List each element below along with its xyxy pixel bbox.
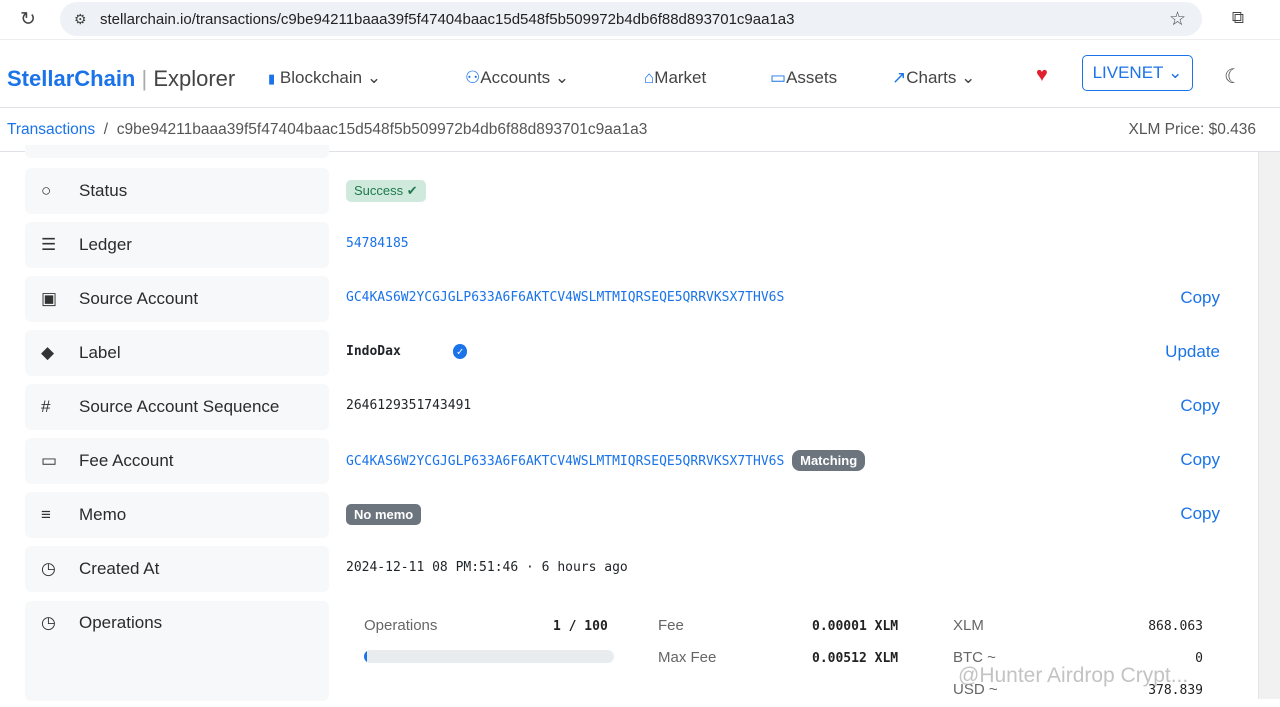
bank-icon: ⌂ bbox=[644, 68, 655, 87]
row-status: ○ Status Success ✔ bbox=[25, 168, 1255, 214]
chevron-down-icon: ⌄ bbox=[554, 68, 570, 87]
row-fee-account: ▭ Fee Account GC4KAS6W2YCGJGLP633A6F6AKTC… bbox=[25, 438, 1255, 484]
user-icon: ⚇ bbox=[465, 68, 481, 87]
update-button[interactable]: Update bbox=[1165, 342, 1220, 362]
row-label: ◆ Label IndoDax ✓ Update bbox=[25, 330, 1255, 376]
user-portrait-icon: ▣ bbox=[41, 289, 58, 308]
operations-progress bbox=[364, 650, 614, 663]
row-memo: ≡ Memo No memo Copy bbox=[25, 492, 1255, 538]
row-partial bbox=[25, 145, 329, 158]
browser-toolbar: ↻ ⚙ stellarchain.io/transactions/c9be9421… bbox=[0, 0, 1280, 40]
copy-button[interactable]: Copy bbox=[1180, 288, 1220, 308]
status-badge: Success ✔ bbox=[346, 180, 426, 202]
list-icon: ☰ bbox=[41, 235, 57, 254]
heart-icon[interactable]: ♥ bbox=[1036, 64, 1048, 87]
breadcrumb-current: c9be94211baaa39f5f47404baac15d548f5b5099… bbox=[116, 121, 648, 138]
cash-icon: ▭ bbox=[41, 451, 58, 470]
breadcrumb-transactions[interactable]: Transactions bbox=[7, 121, 95, 138]
memo-icon: ≡ bbox=[41, 505, 51, 524]
copy-button[interactable]: Copy bbox=[1180, 504, 1220, 524]
ledger-link[interactable]: 54784185 bbox=[346, 236, 409, 251]
circle-icon: ○ bbox=[41, 181, 52, 200]
nav-charts[interactable]: ↗Charts ⌄ bbox=[892, 68, 975, 88]
hash-icon: # bbox=[41, 397, 51, 416]
tag-icon: ◆ bbox=[41, 343, 55, 362]
nav-market[interactable]: ⌂Market bbox=[644, 68, 706, 88]
logo[interactable]: StellarChain | Explorer bbox=[7, 66, 235, 92]
clock-icon: ◷ bbox=[41, 613, 56, 632]
dark-mode-icon[interactable]: ☾ bbox=[1224, 64, 1242, 89]
extensions-icon[interactable]: ⧉ bbox=[1232, 8, 1244, 28]
chevron-down-icon: ⌄ bbox=[1168, 63, 1183, 82]
row-created-at: ◷ Created At 2024-12-11 08 PM:51:46 · 6 h… bbox=[25, 546, 1255, 592]
clock-icon: ◷ bbox=[41, 559, 56, 578]
line-chart-icon: ↗ bbox=[892, 68, 907, 87]
row-source-account: ▣ Source Account GC4KAS6W2YCGJGLP633A6F6A… bbox=[25, 276, 1255, 322]
reload-icon[interactable]: ↻ bbox=[20, 8, 36, 31]
memo-badge: No memo bbox=[346, 504, 422, 525]
chevron-down-icon: ⌄ bbox=[366, 68, 382, 87]
verified-icon: ✓ bbox=[452, 344, 468, 359]
row-ledger: ☰ Ledger 54784185 bbox=[25, 222, 1255, 268]
bookmark-star-icon[interactable]: ☆ bbox=[1169, 8, 1186, 31]
nav-accounts[interactable]: ⚇Accounts ⌄ bbox=[465, 68, 569, 88]
fee-account-link[interactable]: GC4KAS6W2YCGJGLP633A6F6AKTCV4WSLMTMIQRSE… bbox=[346, 454, 784, 469]
scrollbar[interactable] bbox=[1258, 152, 1280, 699]
site-settings-icon[interactable]: ⚙ bbox=[74, 11, 87, 28]
copy-button[interactable]: Copy bbox=[1180, 396, 1220, 416]
source-account-link[interactable]: GC4KAS6W2YCGJGLP633A6F6AKTCV4WSLMTMIQRSE… bbox=[346, 290, 784, 305]
top-nav: StellarChain | Explorer ▮ Blockchain ⌄ ⚇… bbox=[0, 44, 1280, 108]
nav-assets[interactable]: ▭Assets bbox=[770, 68, 837, 88]
bar-chart-icon: ▮ bbox=[268, 71, 276, 86]
matching-badge: Matching bbox=[792, 450, 866, 471]
chevron-down-icon: ⌄ bbox=[961, 68, 976, 87]
wallet-icon: ▭ bbox=[770, 68, 787, 87]
check-circle-icon: ✔ bbox=[406, 183, 418, 198]
xlm-price: XLM Price: $0.436 bbox=[1128, 121, 1256, 138]
row-sequence: # Source Account Sequence 264612935174349… bbox=[25, 384, 1255, 430]
nav-blockchain[interactable]: ▮ Blockchain ⌄ bbox=[268, 68, 381, 88]
address-bar[interactable]: ⚙ stellarchain.io/transactions/c9be94211b… bbox=[60, 2, 1202, 36]
watermark: @Hunter Airdrop Crypt... bbox=[958, 664, 1189, 687]
copy-button[interactable]: Copy bbox=[1180, 450, 1220, 470]
network-select[interactable]: LIVENET ⌄ bbox=[1082, 55, 1193, 91]
